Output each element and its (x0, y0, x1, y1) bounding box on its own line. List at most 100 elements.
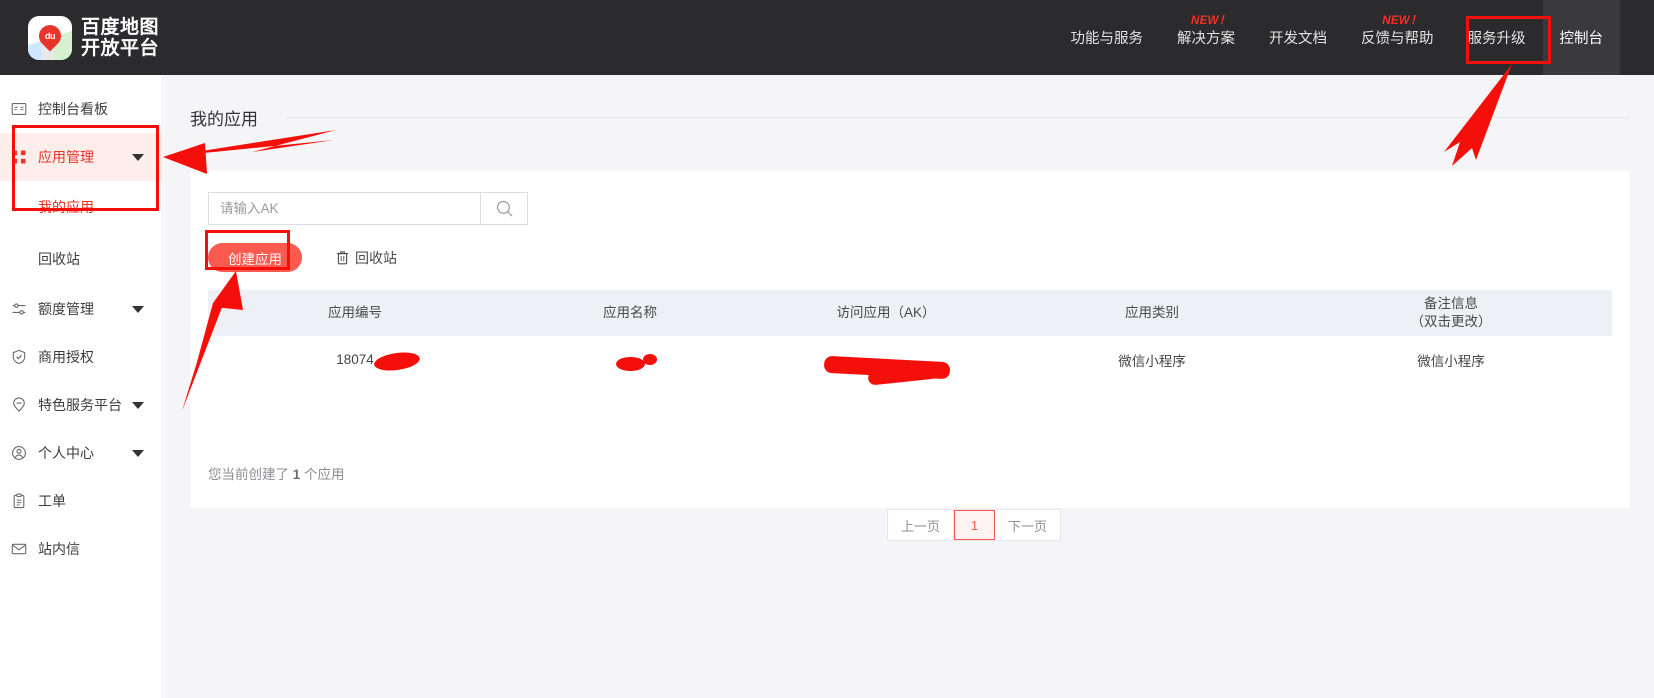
baidu-map-pin-logo-icon: du (28, 15, 72, 60)
nav-item-feedback-help[interactable]: NEW！ 反馈与帮助 (1344, 0, 1451, 75)
sidebar-item-label: 站内信 (38, 541, 80, 557)
search-button[interactable] (480, 193, 527, 224)
apps-count-summary: 您当前创建了 1 个应用 (208, 463, 345, 483)
column-header-remark[interactable]: 备注信息 （双击更改） (1290, 290, 1612, 336)
sidebar-item-dashboard[interactable]: 控制台看板 (0, 85, 162, 133)
chevron-down-icon[interactable] (132, 401, 144, 409)
pagination-prev-button[interactable]: 上一页 (888, 510, 955, 540)
column-header-app-id[interactable]: 应用编号 (208, 290, 502, 336)
cell-remark[interactable]: 微信小程序 (1290, 336, 1612, 383)
sliders-icon (10, 300, 28, 318)
apps-card: 创建应用 回收站 (190, 171, 1630, 541)
sidebar-item-app-management[interactable]: 应用管理 (0, 133, 162, 181)
page-header: 我的应用 (190, 102, 1630, 132)
nav-item-service-upgrade[interactable]: 服务升级 (1451, 0, 1543, 75)
page-title-divider (286, 116, 1630, 118)
header-line-1: 应用类别 (1125, 305, 1179, 320)
cell-app-category: 微信小程序 (1014, 336, 1290, 383)
redaction-blob (643, 354, 657, 365)
sidebar-item-commercial-license[interactable]: 商用授权 (0, 333, 162, 381)
sidebar-subitem-my-apps[interactable]: 我的应用 (0, 181, 162, 233)
header-line-2: （双击更改） (1410, 314, 1492, 329)
brand-logo[interactable]: du 百度地图 开放平台 (28, 15, 159, 60)
apps-table: 应用编号 应用名称 访问应用（AK） 应用类别 备注信息 （双击更改） 1807… (208, 290, 1612, 386)
column-header-app-category[interactable]: 应用类别 (1014, 290, 1290, 336)
logo-pin-text: du (45, 30, 55, 41)
search-input[interactable] (209, 193, 480, 224)
redaction-blob (372, 349, 421, 374)
top-navigation-bar: du 百度地图 开放平台 功能与服务 NEW！ 解决方案 开发文档 NEW！ 反… (0, 0, 1654, 75)
sidebar-item-label: 应用管理 (38, 149, 94, 165)
search-icon (495, 199, 514, 218)
column-header-access-ak[interactable]: 访问应用（AK） (758, 290, 1014, 336)
sidebar-item-work-order[interactable]: 工单 (0, 477, 162, 525)
sidebar-item-label: 特色服务平台 (38, 397, 122, 413)
sidebar-item-label: 商用授权 (38, 349, 94, 365)
new-badge: NEW！ (1382, 15, 1422, 27)
top-nav-items: 功能与服务 NEW！ 解决方案 开发文档 NEW！ 反馈与帮助 服务升级 控制台 (1054, 0, 1654, 75)
page-title: 我的应用 (190, 109, 258, 129)
nav-label: 反馈与帮助 (1361, 31, 1434, 47)
summary-suffix: 个应用 (300, 467, 345, 482)
nav-item-dev-docs[interactable]: 开发文档 (1252, 0, 1344, 75)
nav-label: 开发文档 (1269, 31, 1327, 47)
brand-text: 百度地图 开放平台 (81, 17, 159, 59)
nav-right-spacer (1620, 0, 1654, 75)
pagination-next-button[interactable]: 下一页 (995, 510, 1061, 540)
shield-check-icon (10, 348, 28, 366)
clipboard-icon (10, 492, 28, 510)
sidebar-item-featured-service-platform[interactable]: 特色服务平台 (0, 381, 162, 429)
chevron-down-icon[interactable] (132, 449, 144, 457)
brand-line-1: 百度地图 (81, 16, 160, 38)
nav-item-solutions[interactable]: NEW！ 解决方案 (1160, 0, 1252, 75)
user-circle-icon (10, 444, 28, 462)
search-bar (208, 192, 528, 225)
envelope-icon (10, 540, 28, 558)
nav-label: 控制台 (1559, 31, 1604, 47)
app-id-value: 18074 (336, 349, 421, 374)
dashboard-icon (10, 100, 28, 118)
action-toolbar: 创建应用 回收站 (208, 243, 397, 272)
chevron-down-icon[interactable] (132, 153, 144, 161)
cell-access-ak (758, 336, 1014, 386)
pagination: 上一页 1 下一页 (887, 509, 1062, 541)
column-header-app-name[interactable]: 应用名称 (502, 290, 758, 336)
nav-item-features-services[interactable]: 功能与服务 (1054, 0, 1161, 75)
sidebar-item-label: 控制台看板 (38, 101, 108, 117)
apps-table-body: 18074 微信小程序 微信小程序 (208, 336, 1612, 386)
sidebar-subitem-recycle-bin[interactable]: 回收站 (0, 233, 162, 285)
cell-app-id: 18074 (208, 336, 502, 383)
recycle-bin-label: 回收站 (355, 249, 397, 266)
nav-item-console[interactable]: 控制台 (1542, 0, 1620, 75)
header-line-1: 应用名称 (603, 305, 657, 320)
table-row[interactable]: 18074 微信小程序 微信小程序 (208, 336, 1612, 386)
trash-icon (335, 250, 350, 265)
sidebar-item-label: 工单 (38, 493, 66, 509)
page-root: du 百度地图 开放平台 功能与服务 NEW！ 解决方案 开发文档 NEW！ 反… (0, 0, 1654, 698)
map-pin-icon (10, 396, 28, 414)
pagination-page-1[interactable]: 1 (954, 510, 996, 540)
nav-label: 功能与服务 (1070, 31, 1144, 47)
sidebar-item-quota-management[interactable]: 额度管理 (0, 285, 162, 333)
new-badge: NEW！ (1190, 15, 1231, 27)
sidebar-subitem-label: 我的应用 (38, 199, 94, 215)
cell-app-name (502, 336, 758, 383)
sidebar-item-label: 额度管理 (38, 301, 94, 317)
sidebar-item-label: 个人中心 (38, 445, 94, 461)
redaction-blob (616, 357, 645, 371)
nav-label: 服务升级 (1467, 31, 1526, 47)
header-line-1: 访问应用（AK） (836, 305, 936, 320)
header-line-1: 备注信息 (1424, 296, 1478, 311)
apps-table-header: 应用编号 应用名称 访问应用（AK） 应用类别 备注信息 （双击更改） (208, 290, 1612, 336)
app-id-text: 18074 (336, 352, 374, 367)
sidebar-item-personal-center[interactable]: 个人中心 (0, 429, 162, 477)
create-app-button[interactable]: 创建应用 (208, 243, 302, 272)
chevron-down-icon[interactable] (132, 305, 144, 313)
recycle-bin-button[interactable]: 回收站 (335, 248, 397, 268)
header-line-1: 应用编号 (328, 305, 382, 320)
sidebar-subitem-label: 回收站 (38, 251, 80, 267)
table-header-row: 应用编号 应用名称 访问应用（AK） 应用类别 备注信息 （双击更改） (208, 290, 1612, 336)
main-content: 我的应用 创建应用 (164, 75, 1654, 698)
brand-line-2: 开放平台 (81, 37, 160, 59)
sidebar-item-inbox-messages[interactable]: 站内信 (0, 525, 162, 573)
